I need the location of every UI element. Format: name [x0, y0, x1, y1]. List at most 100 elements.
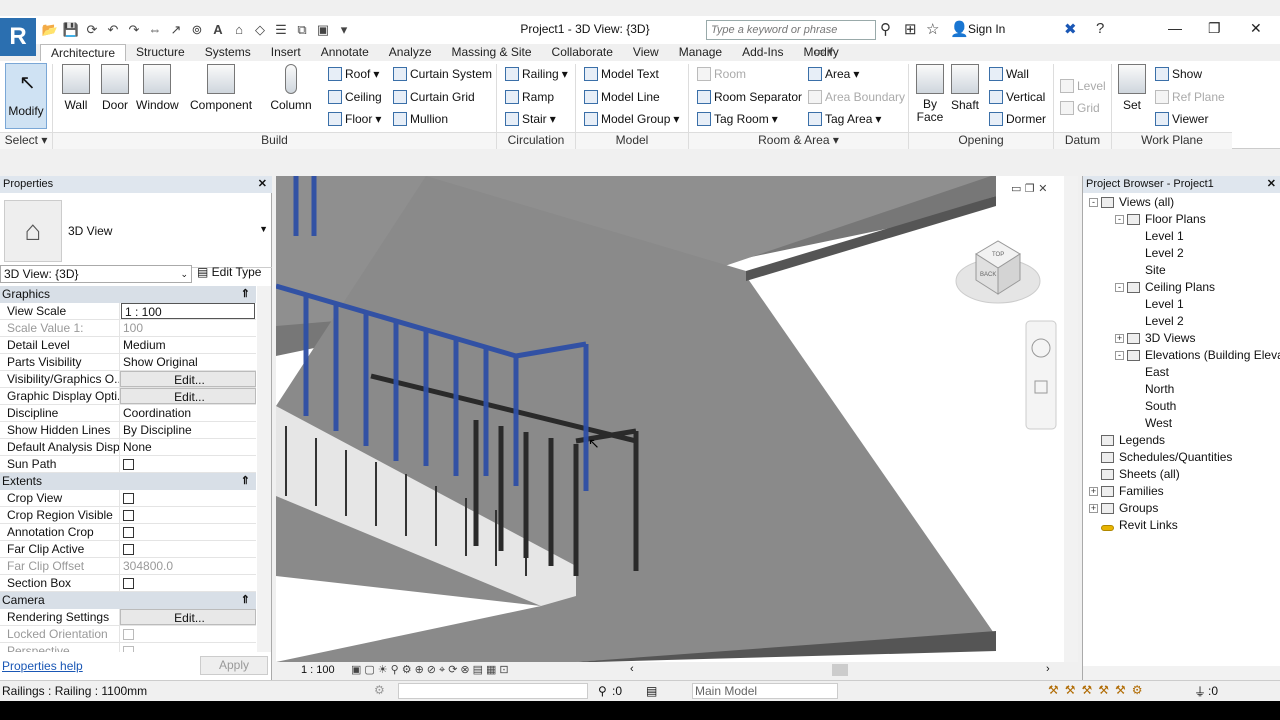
browser-item[interactable]: + Families	[1083, 483, 1280, 500]
ribbon-toggle-icon[interactable]: ▭ ▾	[814, 45, 833, 58]
apply-button[interactable]: Apply	[200, 656, 268, 675]
scroll-right-icon[interactable]: ›	[1046, 663, 1050, 675]
tab-systems[interactable]: Systems	[195, 44, 261, 62]
model-line-button[interactable]: Model Line	[584, 90, 660, 104]
checkbox[interactable]	[123, 646, 134, 652]
checkbox[interactable]	[123, 578, 134, 589]
tab-manage[interactable]: Manage	[669, 44, 732, 62]
browser-item[interactable]: - Ceiling Plans	[1083, 279, 1280, 296]
property-value[interactable]: 100	[120, 320, 256, 336]
room-area-panel-label[interactable]: Room & Area ▾	[689, 132, 908, 149]
vertical-opening-button[interactable]: Vertical	[989, 90, 1045, 104]
ramp-button[interactable]: Ramp	[505, 90, 554, 104]
select-panel-label[interactable]: Select ▾	[0, 132, 52, 149]
checkbox[interactable]	[123, 544, 134, 555]
collapse-icon[interactable]: ⇑	[241, 286, 250, 303]
save-icon[interactable]: 💾	[61, 20, 81, 40]
property-value[interactable]	[120, 524, 256, 540]
component-button[interactable]: Component	[190, 64, 252, 112]
worksets-icon[interactable]: ⚙	[374, 683, 385, 697]
selection-filter-icons[interactable]: ⚒⚒⚒⚒⚒⚙	[1048, 683, 1149, 697]
tab-analyze[interactable]: Analyze	[379, 44, 442, 62]
tag-room-button[interactable]: Tag Room ▾	[697, 112, 778, 126]
set-workplane-button[interactable]: Set	[1118, 64, 1146, 112]
close-button[interactable]: ✕	[1250, 20, 1262, 37]
tab-annotate[interactable]: Annotate	[311, 44, 379, 62]
shaft-button[interactable]: Shaft	[950, 64, 980, 112]
switch-windows-icon[interactable]: ▣	[313, 20, 333, 40]
property-value[interactable]: Edit...	[120, 371, 256, 387]
area-boundary-button[interactable]: Area Boundary	[808, 90, 905, 104]
mullion-button[interactable]: Mullion	[393, 112, 448, 126]
checkbox[interactable]	[123, 510, 134, 521]
property-value[interactable]: Show Original	[120, 354, 256, 370]
close-hidden-icon[interactable]: ⧉	[292, 20, 312, 40]
3d-view-icon[interactable]: ⌂	[229, 20, 249, 40]
collapse-icon[interactable]: -	[1089, 198, 1098, 207]
property-value[interactable]	[120, 456, 256, 472]
modify-button[interactable]: ↖ Modify	[5, 63, 47, 129]
door-button[interactable]: Door	[100, 64, 130, 112]
subscription-icon[interactable]: ⊞	[904, 20, 917, 38]
browser-item[interactable]: Level 1	[1083, 296, 1280, 313]
expand-icon[interactable]: +	[1115, 334, 1124, 343]
chevron-down-icon[interactable]: ▼	[259, 224, 268, 234]
browser-item[interactable]: - Elevations (Building Elevation)	[1083, 347, 1280, 364]
properties-scrollbar[interactable]	[257, 286, 271, 652]
browser-item[interactable]: - Views (all)	[1083, 194, 1280, 211]
viewport-vertical-scrollbar[interactable]	[1064, 176, 1078, 662]
show-workplane-button[interactable]: Show	[1155, 67, 1202, 81]
property-value[interactable]	[120, 490, 256, 506]
expand-icon[interactable]: +	[1089, 487, 1098, 496]
tag-area-button[interactable]: Tag Area ▾	[808, 112, 881, 126]
model-text-button[interactable]: Model Text	[584, 67, 659, 81]
redo-icon[interactable]: ↷	[124, 20, 144, 40]
curtain-system-button[interactable]: Curtain System	[393, 67, 492, 81]
minimize-button[interactable]: —	[1168, 20, 1182, 36]
sync-icon[interactable]: ⟳	[82, 20, 102, 40]
close-icon[interactable]: ✕	[258, 176, 267, 193]
horizontal-scroll-thumb[interactable]	[832, 664, 848, 676]
edit-type-button[interactable]: ▤ Edit Type	[197, 265, 261, 279]
collapse-icon[interactable]: -	[1115, 351, 1124, 360]
property-value[interactable]: Edit...	[120, 609, 256, 625]
wall-opening-button[interactable]: Wall	[989, 67, 1029, 81]
property-value[interactable]	[120, 541, 256, 557]
navigation-bar[interactable]	[1025, 320, 1057, 430]
property-value[interactable]: 1 : 100	[121, 303, 255, 319]
level-button[interactable]: Level	[1060, 79, 1106, 93]
browser-item[interactable]: Level 2	[1083, 245, 1280, 262]
property-value[interactable]	[120, 643, 256, 652]
design-option-dropdown[interactable]: Main Model	[692, 683, 838, 699]
browser-horizontal-scrollbar[interactable]	[1083, 666, 1280, 680]
railing-button[interactable]: Railing ▾	[505, 67, 568, 81]
property-group-camera[interactable]: Camera ⇑	[0, 592, 256, 609]
tab-massing-site[interactable]: Massing & Site	[442, 44, 542, 62]
instance-filter-dropdown[interactable]: 3D View: {3D} ⌄	[0, 265, 192, 283]
search-input[interactable]: Type a keyword or phrase	[706, 20, 876, 40]
browser-item[interactable]: Level 1	[1083, 228, 1280, 245]
room-separator-button[interactable]: Room Separator	[697, 90, 802, 104]
measure-icon[interactable]: ⇔	[145, 20, 165, 40]
maximize-button[interactable]: ❐	[1208, 20, 1221, 37]
browser-item[interactable]: Site	[1083, 262, 1280, 279]
browser-item[interactable]: Sheets (all)	[1083, 466, 1280, 483]
viewer-button[interactable]: Viewer	[1155, 112, 1208, 126]
exchange-icon[interactable]: ✖	[1064, 20, 1077, 38]
checkbox[interactable]	[123, 493, 134, 504]
property-value[interactable]: By Discipline	[120, 422, 256, 438]
browser-item[interactable]: North	[1083, 381, 1280, 398]
dimension-icon[interactable]: ↗	[166, 20, 186, 40]
browser-item[interactable]: Schedules/Quantities	[1083, 449, 1280, 466]
design-options-icon[interactable]: ▤	[646, 684, 657, 698]
application-menu-button[interactable]: R	[0, 18, 36, 56]
ref-plane-button[interactable]: Ref Plane	[1155, 90, 1225, 104]
scroll-left-icon[interactable]: ‹	[630, 663, 634, 675]
dormer-button[interactable]: Dormer	[989, 112, 1046, 126]
browser-item[interactable]: West	[1083, 415, 1280, 432]
property-value[interactable]: Edit...	[120, 388, 256, 404]
browser-item[interactable]: + Groups	[1083, 500, 1280, 517]
browser-item[interactable]: +3D Views	[1083, 330, 1280, 347]
curtain-grid-button[interactable]: Curtain Grid	[393, 90, 475, 104]
property-value[interactable]: None	[120, 439, 256, 455]
